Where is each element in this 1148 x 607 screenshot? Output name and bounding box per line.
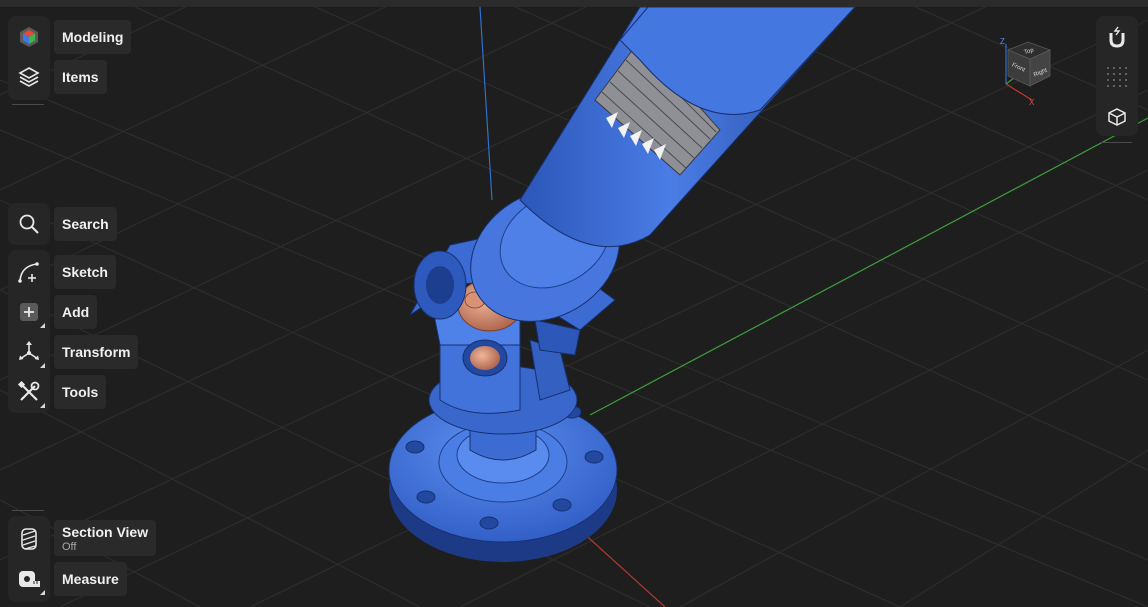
top-strip [0, 0, 1148, 7]
search-button[interactable] [11, 206, 47, 242]
snap-magnet-icon [1109, 26, 1125, 48]
modeling-label-text: Modeling [62, 29, 124, 45]
items-label-text: Items [62, 69, 99, 85]
transform-icon [19, 341, 39, 360]
sketch-icon [18, 262, 39, 283]
items-button[interactable] [11, 59, 47, 95]
transform-label-text: Transform [62, 344, 131, 360]
measure-menu-indicator [40, 590, 45, 595]
add-label[interactable]: Add [54, 295, 98, 329]
section-view-button[interactable] [11, 521, 47, 557]
sketch-label[interactable]: Sketch [54, 255, 116, 289]
left-bottom-divider [12, 510, 44, 511]
wrench-screwdriver-icon [17, 380, 40, 401]
modeling-label[interactable]: Modeling [54, 20, 132, 54]
tape-measure-icon [19, 571, 40, 587]
view-cube[interactable]: Z X Top Front Right [994, 36, 1064, 106]
measure-button[interactable] [11, 561, 47, 597]
sketch-button[interactable] [11, 254, 47, 290]
add-button[interactable] [11, 294, 47, 330]
transform-menu-indicator [40, 363, 45, 368]
section-view-icon [21, 528, 37, 550]
modeling-app-icon [20, 27, 38, 47]
view-cube-y-axis [1005, 77, 1015, 85]
search-label-text: Search [62, 216, 109, 232]
add-icon [20, 303, 38, 321]
section-view-state: Off [62, 540, 77, 553]
tools-label[interactable]: Tools [54, 375, 107, 409]
tools-button[interactable] [11, 374, 47, 410]
add-label-text: Add [62, 304, 90, 320]
view-cube-z-label: Z [1000, 37, 1005, 46]
section-view-label[interactable]: Section View Off [54, 520, 157, 556]
measure-label-text: Measure [62, 571, 119, 587]
search-label[interactable]: Search [54, 207, 117, 241]
grid-icon [1107, 67, 1127, 87]
3d-viewport[interactable] [0, 0, 1148, 607]
section-view-label-text: Section View [62, 523, 149, 540]
view-mode-button[interactable] [1099, 99, 1135, 135]
tools-menu-indicator [40, 403, 45, 408]
add-menu-indicator [40, 323, 45, 328]
transform-label[interactable]: Transform [54, 335, 139, 369]
snap-button[interactable] [1099, 19, 1135, 55]
view-cube-icon [1108, 108, 1126, 126]
layers-icon [18, 67, 40, 87]
left-toolbar-divider [12, 104, 44, 105]
view-cube-x-label: X [1029, 98, 1035, 106]
transform-button[interactable] [11, 334, 47, 370]
sketch-label-text: Sketch [62, 264, 108, 280]
measure-label[interactable]: Measure [54, 562, 127, 596]
modeling-button[interactable] [11, 19, 47, 55]
grid-button[interactable] [1099, 59, 1135, 95]
items-label[interactable]: Items [54, 60, 107, 94]
tools-label-text: Tools [62, 384, 99, 400]
right-toolbar-divider [1100, 142, 1132, 143]
search-icon [19, 214, 39, 234]
